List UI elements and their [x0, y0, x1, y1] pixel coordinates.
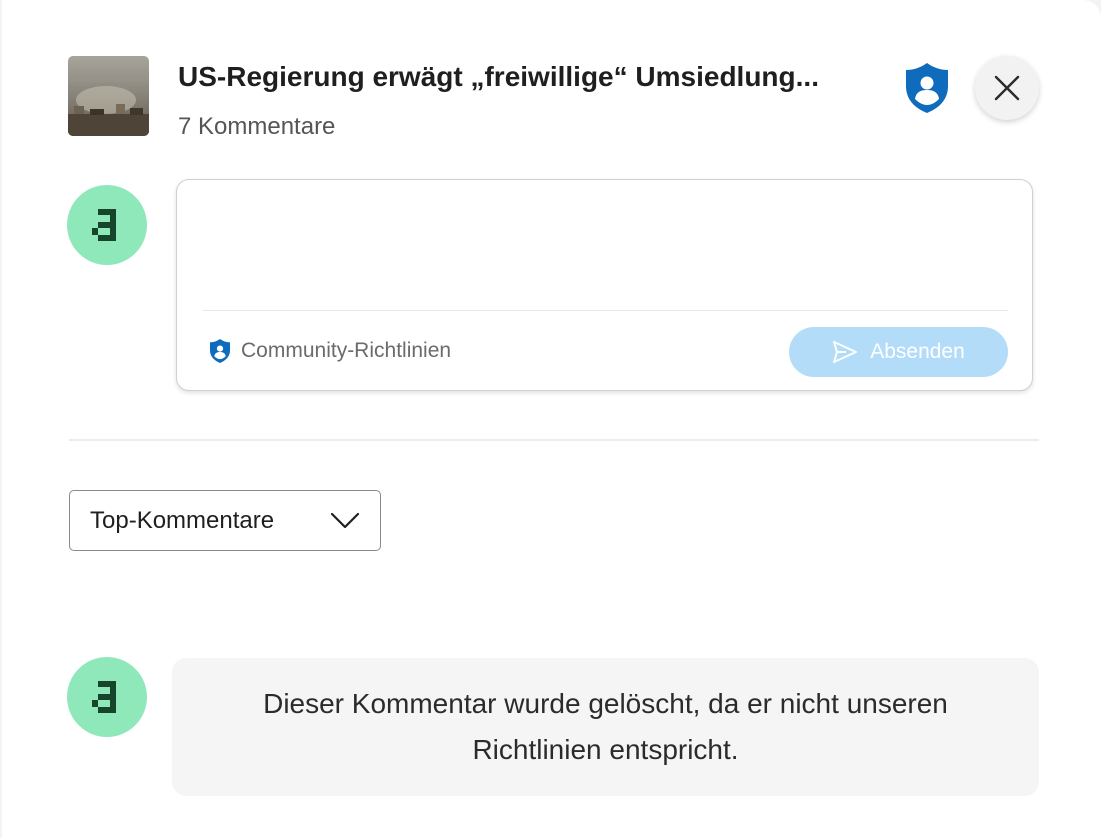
pixel-a-avatar	[92, 681, 116, 713]
article-title[interactable]: US-Regierung erwägt „freiwillige“ Umsied…	[178, 61, 878, 93]
section-divider	[69, 439, 1039, 441]
article-thumbnail-image	[68, 56, 149, 136]
comment-count: 7 Kommentare	[178, 113, 336, 140]
close-icon	[994, 75, 1020, 101]
shield-person-icon	[209, 339, 231, 363]
send-button-label: Absenden	[870, 340, 965, 363]
send-button[interactable]: Absenden	[789, 327, 1008, 377]
user-avatar	[67, 185, 147, 265]
shield-person-icon[interactable]	[904, 62, 950, 114]
chevron-down-icon	[330, 512, 360, 528]
sort-dropdown[interactable]: Top-Kommentare	[69, 490, 381, 551]
commenter-avatar	[67, 657, 147, 737]
comments-panel: US-Regierung erwägt „freiwillige“ Umsied…	[2, 0, 1101, 838]
article-thumbnail	[68, 56, 149, 136]
deleted-comment-text: Dieser Kommentar wurde gelöscht, da er n…	[263, 688, 948, 765]
deleted-comment-notice: Dieser Kommentar wurde gelöscht, da er n…	[172, 658, 1039, 796]
comment-composer: Community-Richtlinien Absenden	[176, 179, 1033, 391]
comment-input[interactable]	[203, 196, 1007, 308]
community-guidelines-label: Community-Richtlinien	[241, 339, 452, 362]
close-button[interactable]	[975, 56, 1039, 120]
sort-dropdown-label: Top-Kommentare	[90, 506, 275, 534]
composer-divider	[203, 310, 1008, 311]
send-icon	[833, 341, 858, 363]
community-guidelines-link[interactable]: Community-Richtlinien	[209, 338, 451, 364]
pixel-a-avatar	[92, 209, 116, 241]
